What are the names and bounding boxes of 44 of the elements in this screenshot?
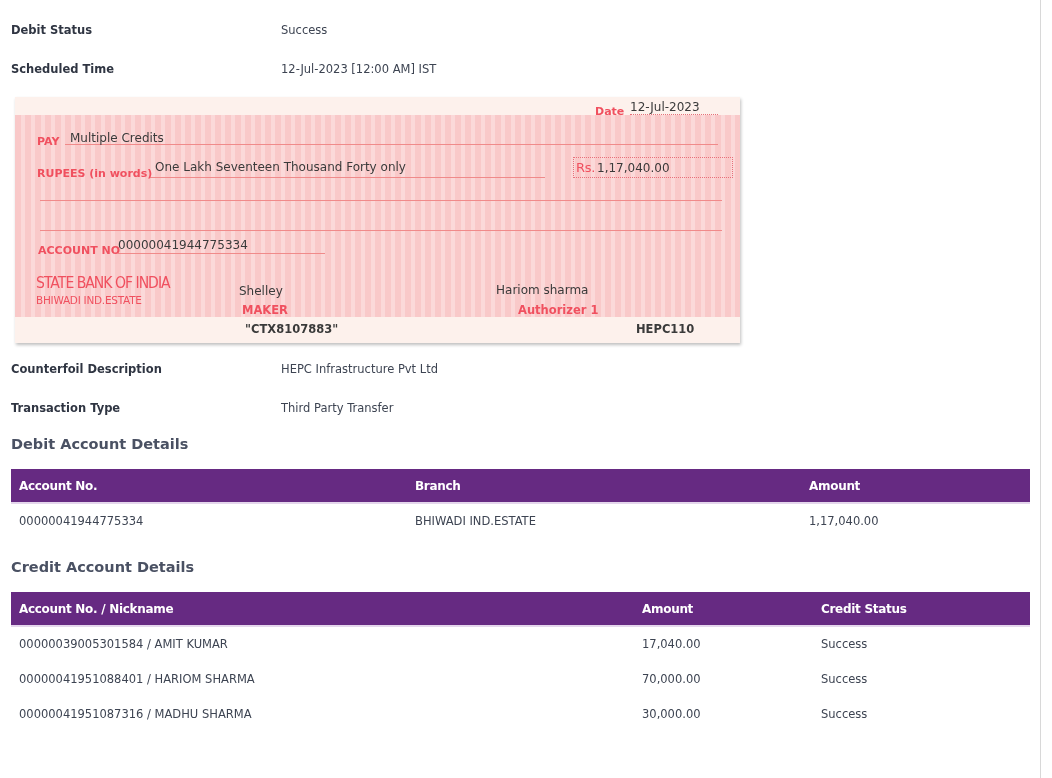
section-title: Credit Account Details <box>11 558 196 577</box>
bank-name: STATE BANK OF INDIA <box>36 273 170 294</box>
table-cell-text: 00000041951087316 / MADHU SHARMA <box>18 705 253 723</box>
field-label: Counterfoil Description <box>11 361 163 378</box>
maker-label: MAKER <box>242 302 288 319</box>
authorizer-label: Authorizer 1 <box>518 302 599 319</box>
authorizer-name: Hariom sharma <box>496 282 589 299</box>
cheque-date: 12-Jul-2023 <box>630 99 700 116</box>
column-header: Amount <box>808 477 862 495</box>
rupees-label: RUPEES (in words) <box>37 166 153 182</box>
field-value: 12-Jul-2023 [12:00 AM] IST <box>281 61 437 78</box>
column-header: Credit Status <box>820 600 908 618</box>
table-cell-text: 70,000.00 <box>641 670 702 688</box>
field-label: Scheduled Time <box>11 61 116 78</box>
table-cell-text: 17,040.00 <box>641 635 702 653</box>
date-label: Date <box>595 104 625 120</box>
pay-label: PAY <box>37 134 60 150</box>
column-header: Amount <box>641 600 695 618</box>
table-cell-text: 00000041951088401 / HARIOM SHARMA <box>18 670 256 688</box>
field-label: Debit Status <box>11 22 94 39</box>
table-cell-text: Success <box>820 705 869 723</box>
table-cell-text: 00000039005301584 / AMIT KUMAR <box>18 635 229 653</box>
table-cell-text: BHIWADI IND.ESTATE <box>414 512 537 530</box>
field-value: HEPC Infrastructure Pvt Ltd <box>281 361 438 378</box>
amount-in-words: One Lakh Seventeen Thousand Forty only <box>155 159 406 176</box>
maker-name: Shelley <box>239 283 283 300</box>
section-title: Debit Account Details <box>11 435 190 454</box>
cheque-code: HEPC110 <box>636 321 695 338</box>
column-header: Account No. <box>18 477 99 495</box>
field-value: Third Party Transfer <box>281 400 394 417</box>
table-cell-text: 1,17,040.00 <box>808 512 880 530</box>
currency-label: Rs. <box>576 159 595 177</box>
cheque-amount: 1,17,040.00 <box>597 160 670 177</box>
payee-name: Multiple Credits <box>70 130 164 147</box>
column-header: Branch <box>414 477 462 495</box>
branch-name: BHIWADI IND.ESTATE <box>36 293 142 308</box>
column-header: Account No. / Nickname <box>18 600 175 618</box>
table-cell-text: 30,000.00 <box>641 705 702 723</box>
table-cell-text: Success <box>820 670 869 688</box>
field-label: Transaction Type <box>11 400 122 417</box>
cheque-reference: "CTX8107883" <box>245 321 339 338</box>
field-value: Success <box>281 22 328 39</box>
table-cell-text: 00000041944775334 <box>18 512 145 530</box>
table-cell-text: Success <box>820 635 869 653</box>
